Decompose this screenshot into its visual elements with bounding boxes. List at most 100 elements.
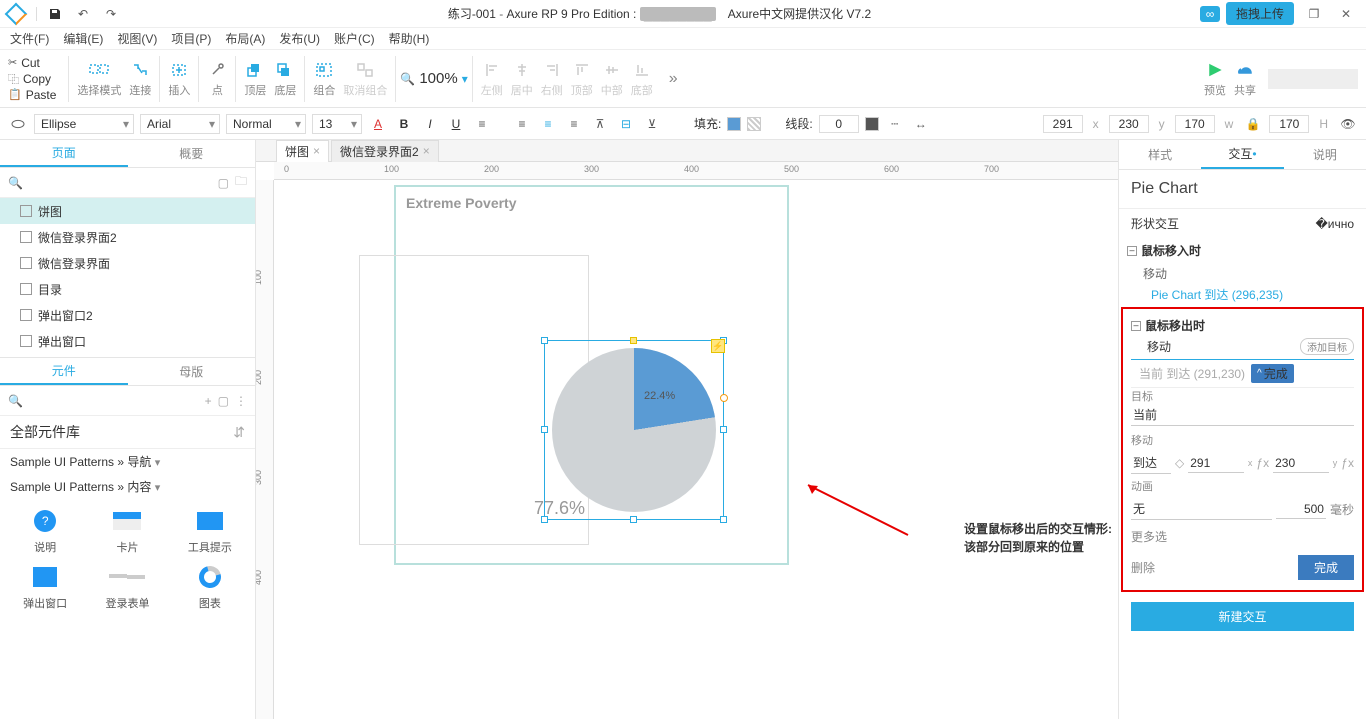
anim-type-select[interactable]: 无: [1131, 498, 1272, 520]
page-item[interactable]: 弹出窗口2: [0, 302, 255, 328]
share-button[interactable]: 共享: [1230, 60, 1260, 98]
y-input[interactable]: [1109, 115, 1149, 133]
undo-icon[interactable]: ↶: [75, 6, 91, 22]
menu-view[interactable]: 视图(V): [117, 30, 157, 47]
point-tool[interactable]: 点: [203, 60, 231, 98]
connect-tool[interactable]: 连接: [125, 60, 155, 98]
size-select[interactable]: 13: [312, 114, 362, 134]
send-back[interactable]: 底层: [270, 60, 300, 98]
widget-item[interactable]: 登录表单: [90, 563, 164, 611]
x-input[interactable]: [1043, 115, 1083, 133]
lib-breadcrumb[interactable]: Sample UI Patterns » 导航 ▾: [0, 449, 255, 474]
paste-button[interactable]: 📋 Paste: [8, 88, 56, 102]
anim-duration-input[interactable]: [1276, 500, 1326, 519]
align-left[interactable]: 左侧: [477, 60, 507, 98]
w-input[interactable]: [1175, 115, 1215, 133]
lib-breadcrumb[interactable]: Sample UI Patterns » 内容 ▾: [0, 474, 255, 499]
done-badge[interactable]: ^ 完成: [1251, 364, 1294, 383]
cut-button[interactable]: ✂ Cut: [8, 56, 56, 70]
resize-handle[interactable]: [630, 516, 637, 523]
italic-icon[interactable]: I: [420, 114, 440, 134]
action-move[interactable]: 移动: [1119, 263, 1366, 284]
resize-handle[interactable]: [541, 426, 548, 433]
fill-color[interactable]: [727, 117, 741, 131]
shape-select[interactable]: Ellipse: [34, 114, 134, 134]
close-tab-icon[interactable]: ×: [313, 144, 320, 158]
preview-button[interactable]: 预览: [1200, 60, 1230, 98]
menu-edit[interactable]: 编辑(E): [63, 30, 103, 47]
bring-front[interactable]: 顶层: [240, 60, 270, 98]
tab-masters[interactable]: 母版: [128, 358, 256, 385]
document-tab[interactable]: 微信登录界面2×: [331, 140, 439, 162]
add-interaction-icon[interactable]: �ично: [1315, 217, 1354, 231]
align-center[interactable]: 居中: [507, 60, 537, 98]
copy-button[interactable]: ⿻ Copy: [8, 71, 56, 87]
valign-top-icon[interactable]: ⊼: [590, 114, 610, 134]
search-icon[interactable]: 🔍: [8, 394, 23, 408]
close-icon[interactable]: ✕: [1334, 7, 1358, 21]
tab-style[interactable]: 样式: [1119, 140, 1201, 169]
font-select[interactable]: Arial: [140, 114, 220, 134]
valign-bot-icon[interactable]: ⊻: [642, 114, 662, 134]
save-icon[interactable]: [47, 6, 63, 22]
move-y-input[interactable]: [1273, 454, 1329, 473]
align-middle[interactable]: 中部: [597, 60, 627, 98]
add-folder-icon[interactable]: 🗀: [235, 172, 247, 193]
tab-notes[interactable]: 说明: [1284, 140, 1366, 169]
menu-help[interactable]: 帮助(H): [389, 30, 430, 47]
ungroup-button[interactable]: 取消组合: [339, 60, 391, 98]
weight-select[interactable]: Normal: [226, 114, 306, 134]
align-center-text-icon[interactable]: ≡: [538, 114, 558, 134]
add-page-icon[interactable]: ▢: [218, 176, 229, 190]
add-target-button[interactable]: 添加目标: [1300, 338, 1354, 355]
more-options[interactable]: 更多选: [1131, 524, 1354, 549]
resize-handle[interactable]: [630, 337, 637, 344]
menu-publish[interactable]: 发布(U): [279, 30, 320, 47]
action-move[interactable]: 移动: [1147, 338, 1171, 355]
lib-menu-icon[interactable]: ⋮: [235, 394, 247, 408]
align-bottom[interactable]: 底部: [627, 60, 657, 98]
align-left-text-icon[interactable]: ≡: [512, 114, 532, 134]
menu-layout[interactable]: 布局(A): [225, 30, 265, 47]
shape-picker-icon[interactable]: [8, 114, 28, 134]
resize-handle[interactable]: [720, 426, 727, 433]
zoom-control[interactable]: 🔍 100% ▾: [400, 70, 467, 87]
event-mouseleave[interactable]: –鼠标移出时: [1131, 313, 1354, 338]
widget-item[interactable]: 卡片: [90, 507, 164, 555]
underline-icon[interactable]: U: [446, 114, 466, 134]
widget-item[interactable]: 工具提示: [173, 507, 247, 555]
delete-action[interactable]: 删除: [1131, 559, 1155, 576]
align-right[interactable]: 右侧: [537, 60, 567, 98]
tab-interactions[interactable]: 交互 •: [1201, 140, 1283, 169]
new-interaction-button[interactable]: 新建交互: [1131, 602, 1354, 631]
done-button[interactable]: 完成: [1298, 555, 1354, 580]
align-right-text-icon[interactable]: ≡: [564, 114, 584, 134]
page-item[interactable]: 饼图: [0, 198, 255, 224]
move-type-select[interactable]: 到达: [1131, 452, 1171, 474]
more-tools-icon[interactable]: »: [657, 70, 690, 88]
page-item[interactable]: 微信登录界面2: [0, 224, 255, 250]
h-input[interactable]: [1269, 115, 1309, 133]
tab-outline[interactable]: 概要: [128, 140, 256, 167]
move-x-input[interactable]: [1188, 454, 1244, 473]
tab-pages[interactable]: 页面: [0, 140, 128, 167]
menu-project[interactable]: 项目(P): [171, 30, 211, 47]
arrow-icon[interactable]: ↔: [911, 114, 931, 134]
visibility-icon[interactable]: 👁: [1338, 114, 1358, 134]
valign-mid-icon[interactable]: ⊟: [616, 114, 636, 134]
maximize-icon[interactable]: ❐: [1302, 7, 1326, 21]
insert-tool[interactable]: 插入: [164, 60, 194, 98]
page-item[interactable]: 微信登录界面: [0, 250, 255, 276]
text-color-icon[interactable]: A: [368, 114, 388, 134]
search-icon[interactable]: 🔍: [8, 176, 23, 190]
line-width-input[interactable]: [819, 115, 859, 133]
selection-box[interactable]: ⚡: [544, 340, 724, 520]
widget-name[interactable]: Pie Chart: [1119, 170, 1366, 208]
resize-handle[interactable]: [720, 516, 727, 523]
group-button[interactable]: 组合: [309, 60, 339, 98]
fill-pattern[interactable]: [747, 117, 761, 131]
align-top[interactable]: 顶部: [567, 60, 597, 98]
bullets-icon[interactable]: ≡: [472, 114, 492, 134]
redo-icon[interactable]: ↷: [103, 6, 119, 22]
canvas[interactable]: Extreme Poverty 22.4% 77.6% ⚡ 设置鼠标移出后的交互…: [274, 180, 1118, 719]
